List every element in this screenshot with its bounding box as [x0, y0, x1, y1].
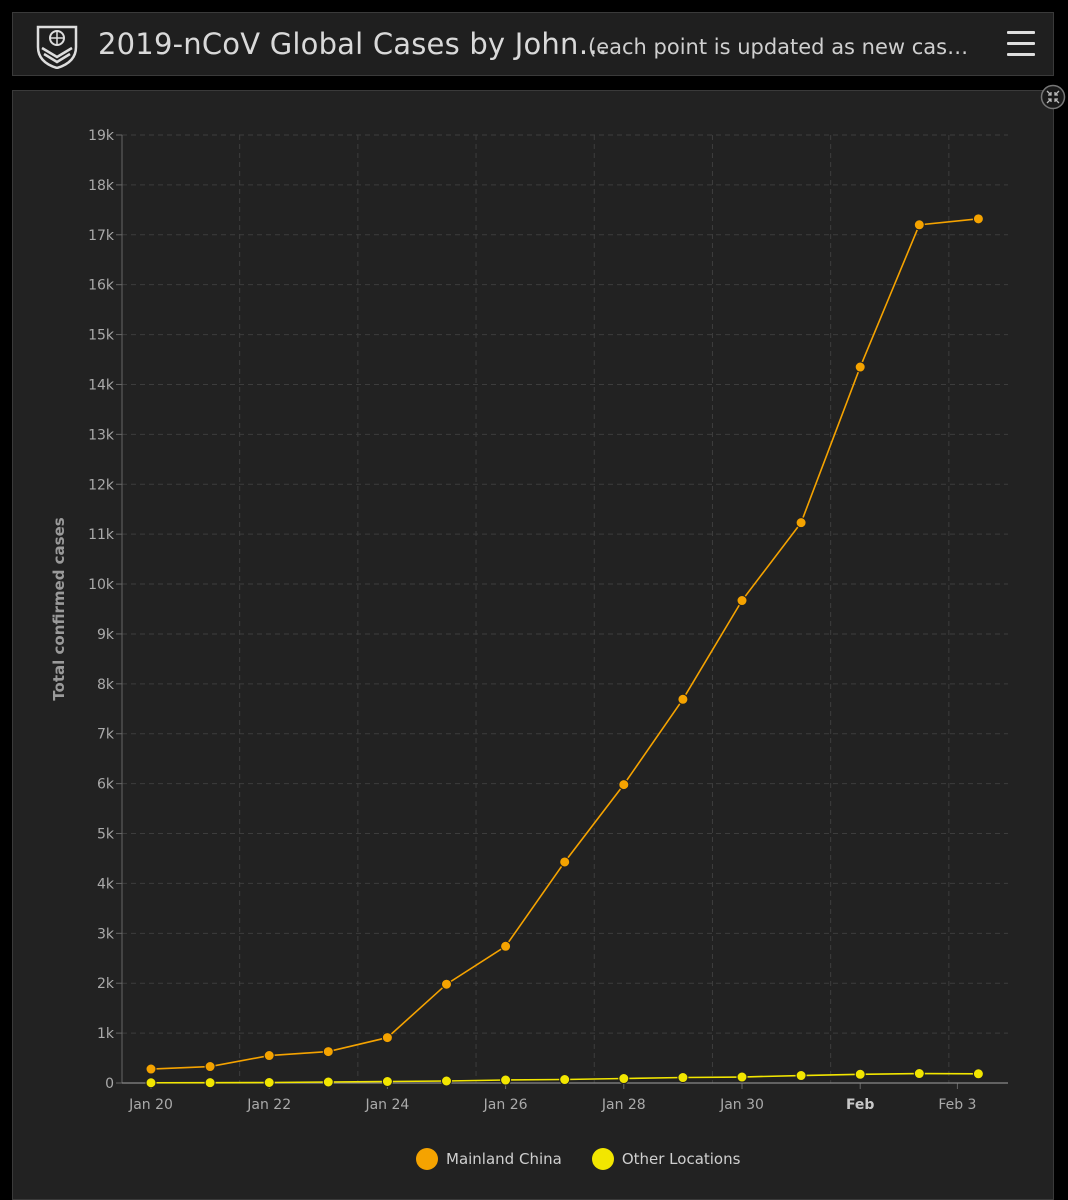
y-tick-label: 1k — [97, 1026, 115, 1042]
data-point[interactable] — [381, 1032, 393, 1044]
y-axis-label: Total confirmed cases — [50, 517, 68, 700]
data-point[interactable] — [322, 1046, 334, 1058]
data-point[interactable] — [381, 1076, 393, 1088]
y-tick-label: 9k — [97, 627, 115, 643]
y-tick-label: 4k — [97, 876, 115, 892]
y-tick-label: 15k — [88, 328, 115, 344]
x-tick-label: Jan 20 — [128, 1097, 173, 1113]
y-tick-label: 17k — [88, 228, 115, 244]
x-tick-label: Jan 26 — [483, 1097, 528, 1113]
data-point[interactable] — [441, 978, 452, 990]
data-point[interactable] — [263, 1077, 275, 1089]
y-tick-label: 7k — [97, 727, 115, 743]
data-point[interactable] — [736, 1071, 748, 1083]
series-line-mainland-china — [150, 218, 979, 1070]
data-point[interactable] — [972, 1068, 984, 1080]
data-point[interactable] — [559, 1074, 571, 1086]
legend-label-mainland-china[interactable]: Mainland China — [446, 1150, 562, 1168]
legend-swatch-mainland-china[interactable] — [416, 1148, 438, 1170]
data-point[interactable] — [204, 1077, 216, 1089]
data-point[interactable] — [854, 1068, 866, 1080]
y-tick-label: 6k — [97, 777, 115, 793]
legend-label-other-locations[interactable]: Other Locations — [622, 1150, 741, 1168]
y-tick-label: 8k — [97, 677, 115, 693]
data-point[interactable] — [441, 1075, 452, 1087]
y-tick-label: 11k — [88, 527, 115, 543]
data-point[interactable] — [263, 1050, 275, 1062]
y-tick-label: 19k — [88, 128, 115, 144]
data-point[interactable] — [795, 517, 807, 529]
y-tick-label: 5k — [97, 827, 115, 843]
y-tick-label: 10k — [88, 577, 115, 593]
y-tick-label: 13k — [88, 427, 115, 443]
line-chart: 0 1k 2k 3k 4k 5k 6k 7k 8k 9k 10k 11k 12k 13k 14k 15k 16k… — [50, 128, 1008, 1113]
y-tick-label: 0 — [105, 1076, 114, 1092]
data-point[interactable] — [618, 779, 630, 791]
data-point[interactable] — [913, 1068, 925, 1080]
data-point[interactable] — [972, 213, 984, 225]
data-point[interactable] — [500, 940, 512, 952]
data-point[interactable] — [795, 1070, 807, 1082]
y-tick-label: 3k — [97, 926, 115, 942]
y-tick-label: 18k — [88, 178, 115, 194]
y-tick-label: 16k — [88, 278, 115, 294]
x-tick-label: Jan 24 — [364, 1097, 409, 1113]
y-tick-label: 2k — [97, 976, 115, 992]
x-tick-label: Feb — [846, 1097, 875, 1113]
data-point[interactable] — [322, 1076, 334, 1088]
chart-legend: Mainland China Other Locations — [416, 1146, 740, 1172]
data-point[interactable] — [854, 361, 866, 373]
y-tick-label: 14k — [88, 377, 115, 393]
data-point[interactable] — [145, 1077, 157, 1089]
data-point[interactable] — [204, 1061, 216, 1073]
data-point[interactable] — [145, 1063, 157, 1075]
y-tick-label: 12k — [88, 477, 115, 493]
data-point[interactable] — [500, 1074, 512, 1086]
data-point[interactable] — [677, 1072, 689, 1084]
data-point[interactable] — [913, 219, 925, 231]
data-point[interactable] — [618, 1073, 630, 1085]
legend-swatch-other-locations[interactable] — [591, 1148, 614, 1170]
data-point[interactable] — [677, 693, 689, 705]
data-point[interactable] — [559, 856, 571, 868]
x-tick-label: Jan 30 — [719, 1097, 764, 1113]
data-point[interactable] — [736, 595, 748, 607]
x-tick-label: Jan 28 — [601, 1097, 646, 1113]
x-tick-label: Jan 22 — [246, 1097, 291, 1113]
x-tick-label: Feb 3 — [938, 1097, 976, 1113]
